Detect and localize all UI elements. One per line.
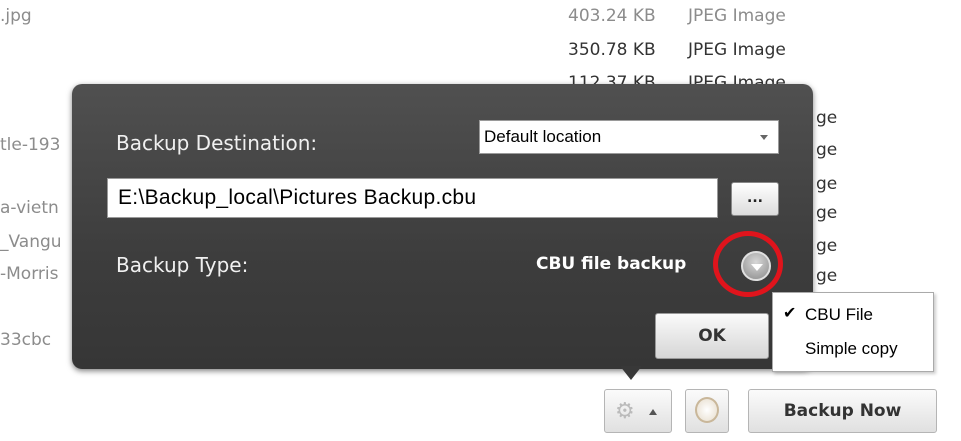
file-type: ge [816,140,838,160]
file-type: ge [816,236,838,256]
ok-button[interactable]: OK [655,313,769,359]
file-type: ge [816,203,838,223]
file-name: _Vangu [0,232,62,252]
file-type: ge [816,174,838,194]
file-size: 350.78 KB [568,40,656,60]
destination-value: Default location [484,127,602,146]
alarm-clock-icon [695,397,719,423]
file-type: ge [816,108,838,128]
schedule-button[interactable] [685,389,729,433]
menu-item-label: Simple copy [805,339,898,358]
menu-item-simple-copy[interactable]: Simple copy [773,333,933,365]
backup-now-button[interactable]: Backup Now [748,389,937,433]
backup-path-input[interactable]: E:\Backup_local\Pictures Backup.cbu [107,178,718,218]
caret-up-icon [649,409,657,415]
file-type: ge [816,266,838,286]
file-size: 403.24 KB [568,6,656,26]
menu-item-cbu-file[interactable]: ✔ CBU File [773,299,933,331]
chevron-down-icon [760,135,768,140]
file-name: a-vietn [0,198,59,218]
file-name: 33cbc [0,330,52,350]
file-name: tle-193 [0,135,61,155]
destination-label: Backup Destination: [116,131,318,155]
file-type: JPEG Image [688,40,786,60]
settings-button[interactable]: ⚙ [604,389,672,433]
highlight-circle [713,231,783,297]
backup-type-value: CBU file backup [536,254,687,274]
file-type: JPEG Image [688,6,786,26]
file-name: .jpg [0,6,32,26]
menu-item-label: CBU File [805,305,874,324]
backup-type-label: Backup Type: [116,253,249,277]
backup-type-menu: ✔ CBU File Simple copy [772,292,934,372]
popover-pointer [620,366,642,380]
browse-button[interactable]: ... [731,182,779,216]
file-name: -Morris [0,264,59,284]
checkmark-icon: ✔ [783,305,797,322]
gear-icon: ⚙ [615,399,635,424]
destination-dropdown[interactable]: Default location [479,120,779,154]
